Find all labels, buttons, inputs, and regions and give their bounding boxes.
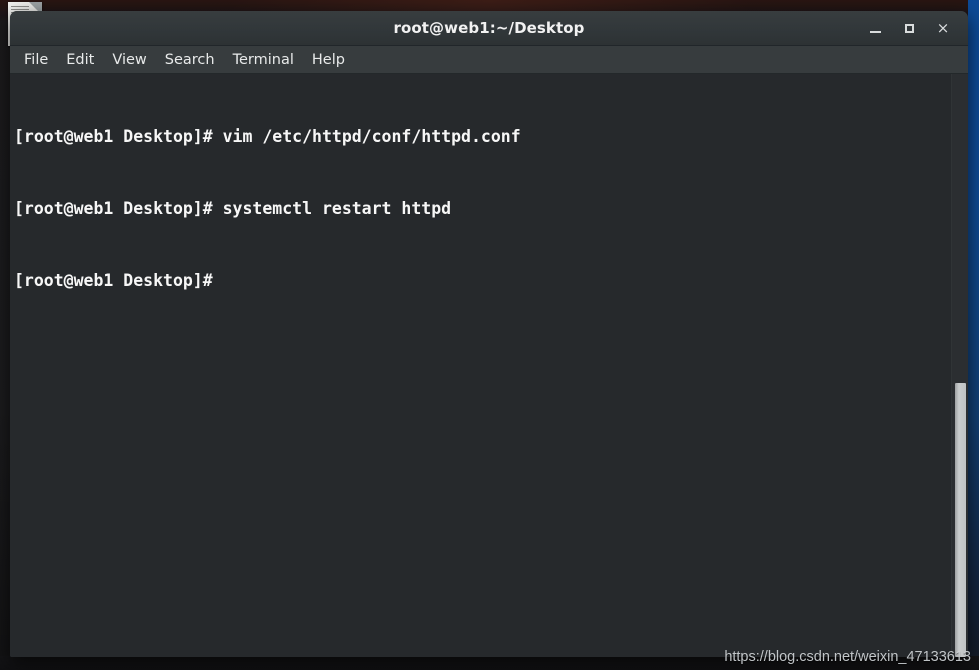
- desktop-screen: root@web1:~/Desktop × File Edit View Sea…: [0, 0, 979, 670]
- maximize-button[interactable]: [900, 19, 918, 37]
- terminal-body[interactable]: [root@web1 Desktop]# vim /etc/httpd/conf…: [10, 74, 968, 657]
- menu-item-terminal[interactable]: Terminal: [233, 50, 303, 70]
- menu-item-file[interactable]: File: [24, 50, 57, 70]
- terminal-line: [root@web1 Desktop]#: [14, 271, 213, 290]
- menu-item-help[interactable]: Help: [312, 50, 354, 70]
- menu-item-edit[interactable]: Edit: [66, 50, 103, 70]
- terminal-line: [root@web1 Desktop]# systemctl restart h…: [14, 199, 452, 218]
- wallpaper-blue-edge: [968, 0, 979, 670]
- menu-item-search[interactable]: Search: [165, 50, 224, 70]
- maximize-icon: [904, 23, 914, 33]
- terminal-scrollbar-thumb[interactable]: [955, 383, 966, 657]
- terminal-window[interactable]: root@web1:~/Desktop × File Edit View Sea…: [10, 11, 968, 657]
- close-icon: ×: [936, 18, 950, 37]
- terminal-output: [root@web1 Desktop]# vim /etc/httpd/conf…: [14, 77, 942, 341]
- window-controls: ×: [866, 11, 960, 45]
- terminal-menu-bar: File Edit View Search Terminal Help: [10, 46, 968, 74]
- terminal-line: [root@web1 Desktop]# vim /etc/httpd/conf…: [14, 127, 521, 146]
- terminal-scrollbar[interactable]: [951, 74, 968, 657]
- minimize-button[interactable]: [866, 19, 884, 37]
- terminal-title-bar[interactable]: root@web1:~/Desktop ×: [10, 11, 968, 46]
- minimize-icon: [869, 30, 881, 33]
- menu-item-view[interactable]: View: [112, 50, 155, 70]
- close-button[interactable]: ×: [934, 19, 952, 37]
- watermark-text: https://blog.csdn.net/weixin_47133613: [724, 649, 971, 665]
- window-title: root@web1:~/Desktop: [393, 19, 585, 37]
